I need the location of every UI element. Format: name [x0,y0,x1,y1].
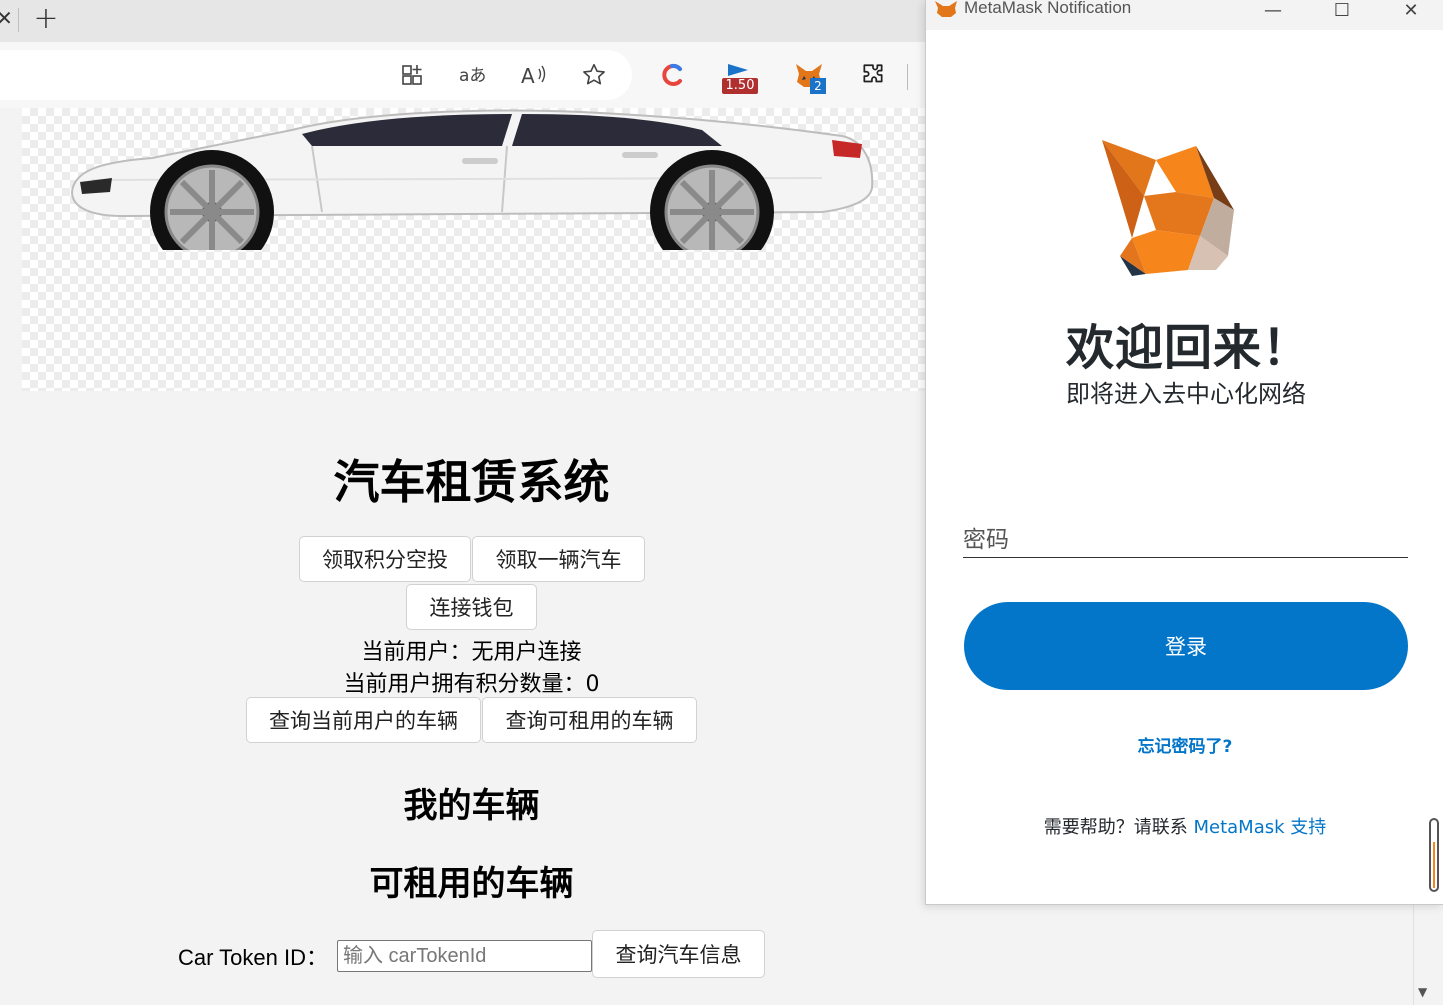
current-points-text: 当前用户拥有积分数量：0 [343,672,600,697]
new-tab-button[interactable]: + [32,4,60,36]
maximize-icon[interactable]: ☐ [1322,0,1362,24]
metamask-extension-icon[interactable]: 2 [790,58,830,94]
metamask-scrollbar[interactable] [1429,818,1439,892]
svg-text:A: A [521,64,535,87]
car-token-id-input[interactable] [337,940,592,972]
metamask-fox-logo [1102,140,1234,276]
svg-text:aあ: aあ [459,66,486,86]
available-cars-heading: 可租用的车辆 [369,864,574,904]
metamask-badge: 2 [810,78,826,94]
car-illustration [70,109,874,250]
welcome-subtitle: 即将进入去中心化网络 [1066,380,1306,408]
car-token-id-label: Car Token ID： [178,945,328,970]
video-speed-extension-icon[interactable]: 1.50 [720,58,760,94]
extensions-puzzle-icon[interactable] [856,58,890,92]
tab-strip: ✕ + [0,0,925,42]
help-prefix: 需要帮助？请联系 [1043,817,1194,838]
connect-wallet-button[interactable]: 连接钱包 [406,584,537,630]
toolbar-separator [907,64,908,90]
metamask-notification-window: MetaMask Notification — ☐ ✕ 欢迎回来！ 即将进入去中… [925,0,1443,905]
page-title: 汽车租赁系统 [333,455,610,509]
welcome-heading: 欢迎回来！ [1066,320,1312,376]
password-field[interactable]: 密码 [963,520,1009,554]
query-available-cars-button[interactable]: 查询可租用的车辆 [482,697,697,743]
car-banner-image [22,108,925,391]
metamask-scroll-thumb[interactable] [1433,842,1435,888]
query-my-cars-button[interactable]: 查询当前用户的车辆 [246,697,481,743]
password-underline [963,557,1408,558]
read-aloud-icon[interactable]: A [519,60,549,90]
close-window-icon[interactable]: ✕ [1391,0,1431,24]
login-button[interactable]: 登录 [964,602,1408,690]
translate-icon[interactable]: aあ [458,60,488,90]
claim-points-airdrop-button[interactable]: 领取积分空投 [299,536,471,582]
current-user-text: 当前用户：无用户连接 [361,640,582,665]
favorite-star-icon[interactable] [579,60,609,90]
help-text: 需要帮助？请联系 MetaMask 支持 [926,813,1443,839]
minimize-icon[interactable]: — [1253,0,1293,24]
tab-separator [18,8,19,32]
close-tab-icon[interactable]: ✕ [0,6,13,30]
metamask-titlebar: MetaMask Notification — ☐ ✕ [926,0,1443,30]
forgot-password-link[interactable]: 忘记密码了? [926,732,1443,757]
scroll-down-arrow-icon[interactable]: ▼ [1418,985,1427,999]
browser-toolbar: aあ A 1.50 2 [0,42,925,108]
my-cars-heading: 我的车辆 [403,786,540,826]
app-available-icon[interactable] [398,60,428,90]
video-speed-badge: 1.50 [725,78,755,93]
metamask-window-title: MetaMask Notification [964,0,1132,17]
metamask-fox-small-icon [935,1,957,17]
query-car-info-button[interactable]: 查询汽车信息 [592,930,765,978]
address-bar[interactable]: aあ A [0,50,632,100]
copilot-c-icon[interactable] [656,58,690,92]
claim-car-button[interactable]: 领取一辆汽车 [472,536,645,582]
metamask-support-link[interactable]: MetaMask 支持 [1193,817,1326,838]
